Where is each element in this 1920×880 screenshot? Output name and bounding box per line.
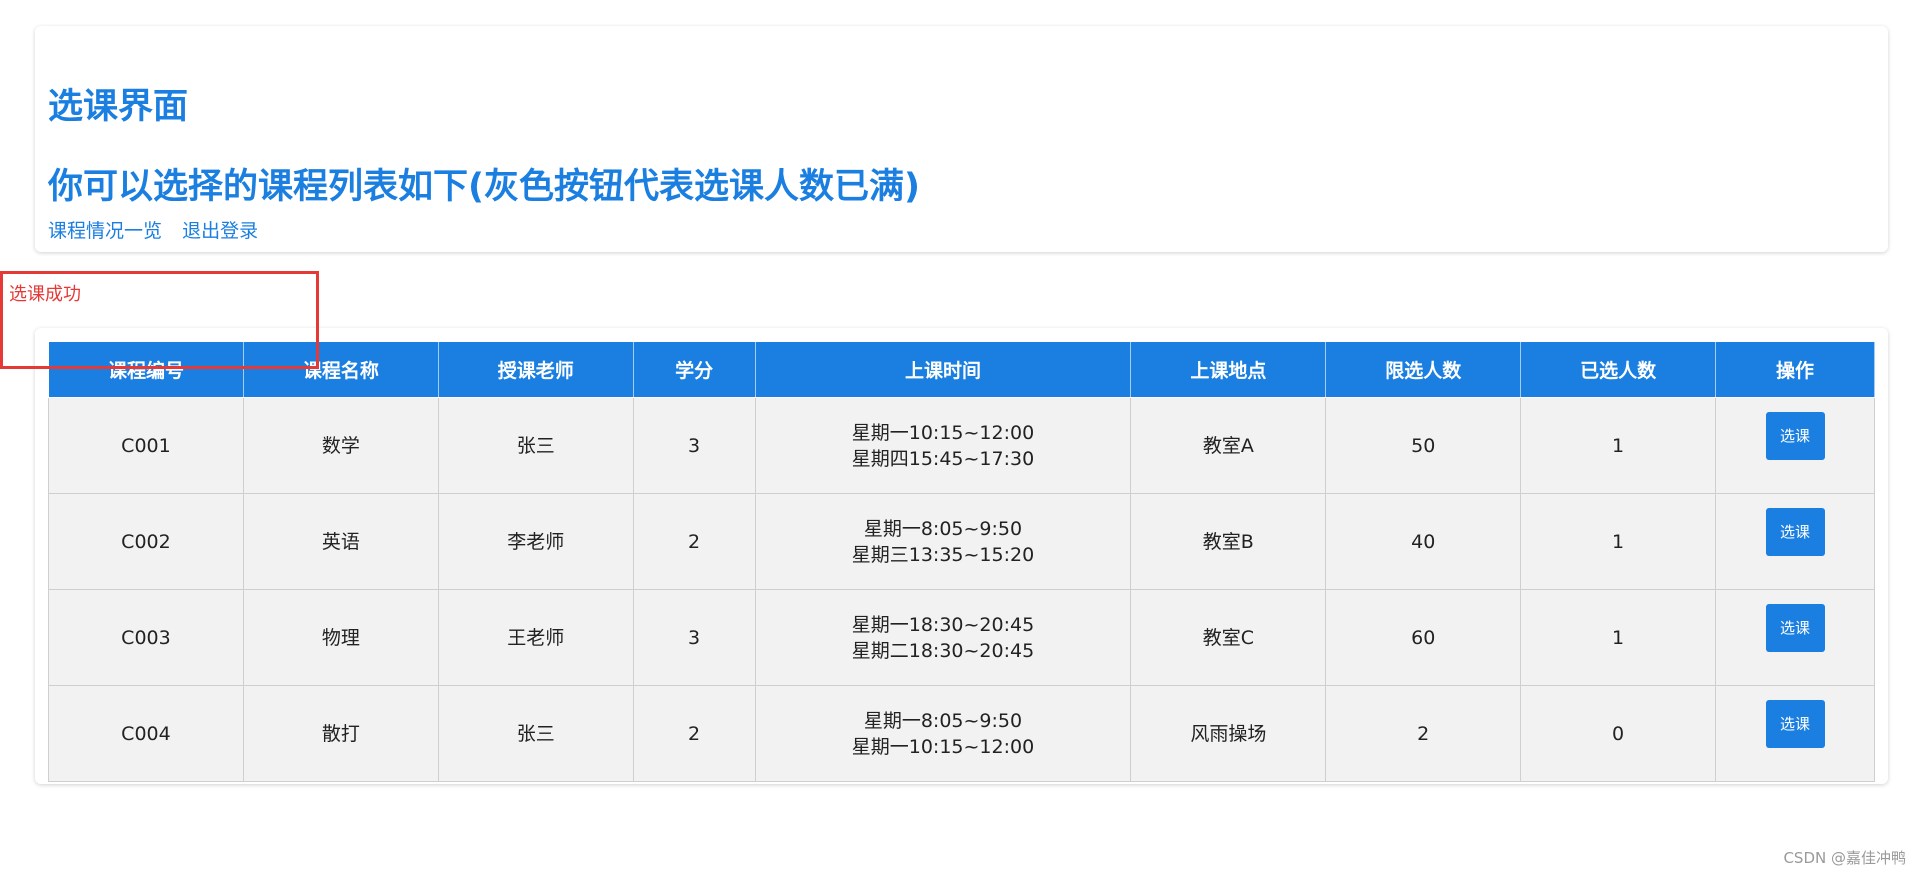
cell-teacher: 王老师 [437,589,634,686]
time-slot: 星期一10:15~12:00 [851,735,1035,758]
table-card: 课程编号 课程名称 授课老师 学分 上课时间 上课地点 限选人数 已选人数 操作… [35,328,1888,784]
table-row: C003 物理 王老师 3 星期一18:30~20:45 星期二18:30~20… [48,589,1875,686]
table-header-row: 课程编号 课程名称 授课老师 学分 上课时间 上课地点 限选人数 已选人数 操作 [48,341,1875,398]
cell-limit: 2 [1325,685,1522,782]
cell-course-name: 物理 [242,589,439,686]
course-table: 课程编号 课程名称 授课老师 学分 上课时间 上课地点 限选人数 已选人数 操作… [48,341,1875,782]
cell-teacher: 李老师 [437,493,634,590]
cell-time: 星期一10:15~12:00 星期四15:45~17:30 [754,397,1132,494]
cell-action: 选课 [1715,397,1875,494]
logout-link[interactable]: 退出登录 [182,220,258,242]
cell-action: 选课 [1715,493,1875,590]
time-slot: 星期一18:30~20:45 [851,613,1035,636]
course-overview-link[interactable]: 课程情况一览 [48,220,162,242]
column-header-teacher: 授课老师 [437,341,634,398]
cell-course-id: C002 [48,493,244,590]
time-slot: 星期四15:45~17:30 [851,447,1035,470]
time-slot: 星期一8:05~9:50 [863,709,1023,732]
cell-credit: 3 [632,397,756,494]
page-subtitle: 你可以选择的课程列表如下(灰色按钮代表选课人数已满) [48,167,920,207]
page: 选课界面 你可以选择的课程列表如下(灰色按钮代表选课人数已满) 课程情况一览 退… [0,0,1920,880]
cell-teacher: 张三 [437,685,634,782]
column-header-time: 上课时间 [754,341,1132,398]
time-slot: 星期三13:35~15:20 [851,543,1035,566]
watermark: CSDN @嘉佳冲鸭 [1783,849,1906,867]
cell-limit: 40 [1325,493,1522,590]
time-slot: 星期一10:15~12:00 [851,421,1035,444]
table-row: C002 英语 李老师 2 星期一8:05~9:50 星期三13:35~15:2… [48,493,1875,590]
cell-action: 选课 [1715,685,1875,782]
cell-selected: 1 [1520,397,1717,494]
cell-limit: 60 [1325,589,1522,686]
column-header-action: 操作 [1715,341,1875,398]
column-header-name: 课程名称 [242,341,439,398]
cell-credit: 2 [632,685,756,782]
cell-course-name: 散打 [242,685,439,782]
table-row: C004 散打 张三 2 星期一8:05~9:50 星期一10:15~12:00… [48,685,1875,782]
cell-credit: 2 [632,493,756,590]
cell-course-name: 英语 [242,493,439,590]
cell-teacher: 张三 [437,397,634,494]
cell-time: 星期一18:30~20:45 星期二18:30~20:45 [754,589,1132,686]
column-header-selected: 已选人数 [1520,341,1717,398]
cell-selected: 1 [1520,589,1717,686]
time-slot: 星期二18:30~20:45 [851,639,1035,662]
cell-place: 教室B [1130,493,1327,590]
select-course-button[interactable]: 选课 [1765,507,1825,556]
column-header-limit: 限选人数 [1325,341,1522,398]
cell-action: 选课 [1715,589,1875,686]
cell-course-id: C004 [48,685,244,782]
cell-place: 风雨操场 [1130,685,1327,782]
cell-limit: 50 [1325,397,1522,494]
cell-selected: 1 [1520,493,1717,590]
select-course-button[interactable]: 选课 [1765,411,1825,460]
cell-place: 教室C [1130,589,1327,686]
cell-selected: 0 [1520,685,1717,782]
success-message: 选课成功 [9,284,81,305]
cell-course-name: 数学 [242,397,439,494]
cell-place: 教室A [1130,397,1327,494]
select-course-button[interactable]: 选课 [1765,699,1825,748]
cell-credit: 3 [632,589,756,686]
cell-course-id: C001 [48,397,244,494]
page-title: 选课界面 [48,87,189,127]
table-row: C001 数学 张三 3 星期一10:15~12:00 星期四15:45~17:… [48,397,1875,494]
cell-time: 星期一8:05~9:50 星期一10:15~12:00 [754,685,1132,782]
column-header-id: 课程编号 [48,341,244,398]
cell-course-id: C003 [48,589,244,686]
select-course-button[interactable]: 选课 [1765,603,1825,652]
header-card: 选课界面 你可以选择的课程列表如下(灰色按钮代表选课人数已满) 课程情况一览 退… [35,26,1888,252]
time-slot: 星期一8:05~9:50 [863,517,1023,540]
cell-time: 星期一8:05~9:50 星期三13:35~15:20 [754,493,1132,590]
header-links: 课程情况一览 退出登录 [48,216,272,243]
column-header-place: 上课地点 [1130,341,1327,398]
column-header-credit: 学分 [632,341,756,398]
